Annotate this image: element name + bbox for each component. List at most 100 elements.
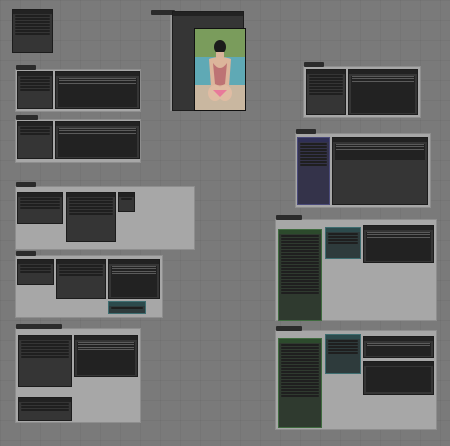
widget-row[interactable] [281, 359, 319, 361]
widget-row[interactable] [300, 149, 327, 151]
loader-node[interactable] [17, 192, 63, 224]
text-area[interactable] [366, 367, 431, 392]
widget-row[interactable] [281, 395, 319, 397]
widget-row[interactable] [281, 265, 319, 267]
widget-row[interactable] [69, 207, 113, 209]
widget-row[interactable] [281, 235, 319, 237]
widget-row[interactable] [300, 146, 327, 148]
widget-row[interactable] [281, 238, 319, 240]
widget-row[interactable] [20, 198, 60, 200]
widget-row[interactable] [281, 247, 319, 249]
widget-row[interactable] [69, 213, 113, 215]
widget-row[interactable] [21, 350, 69, 352]
widget-row[interactable] [281, 386, 319, 388]
widget-row[interactable] [309, 84, 343, 86]
widget-row[interactable] [281, 274, 319, 276]
widget-row[interactable] [281, 241, 319, 243]
settings-node[interactable] [56, 259, 106, 299]
settings-row[interactable] [15, 30, 50, 32]
widget-row[interactable] [281, 250, 319, 252]
widget-row[interactable] [328, 343, 358, 345]
widget-row[interactable] [281, 268, 319, 270]
widget-row[interactable] [300, 143, 327, 145]
widget-row[interactable] [20, 207, 60, 209]
widget-row[interactable] [281, 371, 319, 373]
widget-row[interactable] [281, 262, 319, 264]
widget-row[interactable] [281, 374, 319, 376]
widget-row[interactable] [300, 155, 327, 157]
widget-row[interactable] [281, 283, 319, 285]
widget-row[interactable] [281, 253, 319, 255]
widget-row[interactable] [281, 289, 319, 291]
text-area[interactable] [366, 342, 431, 356]
widget-row[interactable] [59, 265, 103, 267]
widget-row[interactable] [281, 365, 319, 367]
widget-row[interactable] [59, 271, 103, 273]
widget-row[interactable] [309, 87, 343, 89]
widget-row[interactable] [21, 356, 69, 358]
widget-row[interactable] [69, 201, 113, 203]
widget-row[interactable] [309, 93, 343, 95]
loader-node[interactable] [306, 69, 346, 115]
mini-node[interactable] [108, 301, 146, 314]
loader-node[interactable] [18, 397, 72, 421]
widget-row[interactable] [281, 350, 319, 352]
settings-row[interactable] [15, 33, 50, 35]
widget-row[interactable] [281, 256, 319, 258]
widget-row[interactable] [281, 392, 319, 394]
conditioning-node[interactable] [325, 334, 361, 374]
widget-row[interactable] [300, 158, 327, 160]
text-node[interactable] [55, 71, 140, 109]
widget-row[interactable] [20, 265, 51, 267]
settings-row[interactable] [15, 18, 50, 20]
settings-panel[interactable] [12, 9, 53, 53]
widget-row[interactable] [111, 307, 143, 309]
widget-row[interactable] [328, 239, 358, 241]
widget-row[interactable] [20, 80, 50, 82]
text-area[interactable] [58, 77, 137, 107]
widget-row[interactable] [281, 380, 319, 382]
widget-row[interactable] [309, 75, 343, 77]
text-node[interactable] [55, 121, 140, 159]
text-node[interactable] [363, 361, 434, 395]
widget-row[interactable] [281, 286, 319, 288]
text-node[interactable] [108, 259, 160, 299]
widget-row[interactable] [21, 406, 69, 408]
widget-row[interactable] [20, 204, 60, 206]
settings-row[interactable] [15, 24, 50, 26]
widget-row[interactable] [328, 236, 358, 238]
widget-row[interactable] [328, 340, 358, 342]
widget-row[interactable] [59, 268, 103, 270]
widget-row[interactable] [328, 242, 358, 244]
widget-row[interactable] [21, 403, 69, 405]
widget-row[interactable] [281, 277, 319, 279]
widget-row[interactable] [20, 133, 50, 135]
widget-row[interactable] [328, 346, 358, 348]
prompt-list-node[interactable] [278, 229, 322, 321]
widget-row[interactable] [69, 198, 113, 200]
loader-node[interactable] [17, 259, 54, 285]
widget-row[interactable] [281, 271, 319, 273]
widget-row[interactable] [59, 274, 103, 276]
output-image[interactable] [194, 28, 246, 111]
loader-node[interactable] [18, 335, 72, 387]
widget-row[interactable] [309, 90, 343, 92]
widget-row[interactable] [300, 161, 327, 163]
widget-row[interactable] [281, 356, 319, 358]
widget-row[interactable] [20, 268, 51, 270]
widget-row[interactable] [69, 204, 113, 206]
widget-row[interactable] [281, 389, 319, 391]
widget-row[interactable] [20, 271, 51, 273]
text-area[interactable] [58, 127, 137, 157]
text-node[interactable] [363, 336, 434, 358]
text-area[interactable] [77, 341, 135, 375]
widget-row[interactable] [20, 130, 50, 132]
text-node[interactable] [332, 137, 428, 205]
widget-row[interactable] [21, 409, 69, 411]
conditioning-node[interactable] [325, 227, 361, 259]
widget-row[interactable] [21, 344, 69, 346]
text-node[interactable] [74, 335, 138, 377]
text-area[interactable] [111, 265, 157, 297]
widget-row[interactable] [20, 86, 50, 88]
widget-row[interactable] [309, 81, 343, 83]
